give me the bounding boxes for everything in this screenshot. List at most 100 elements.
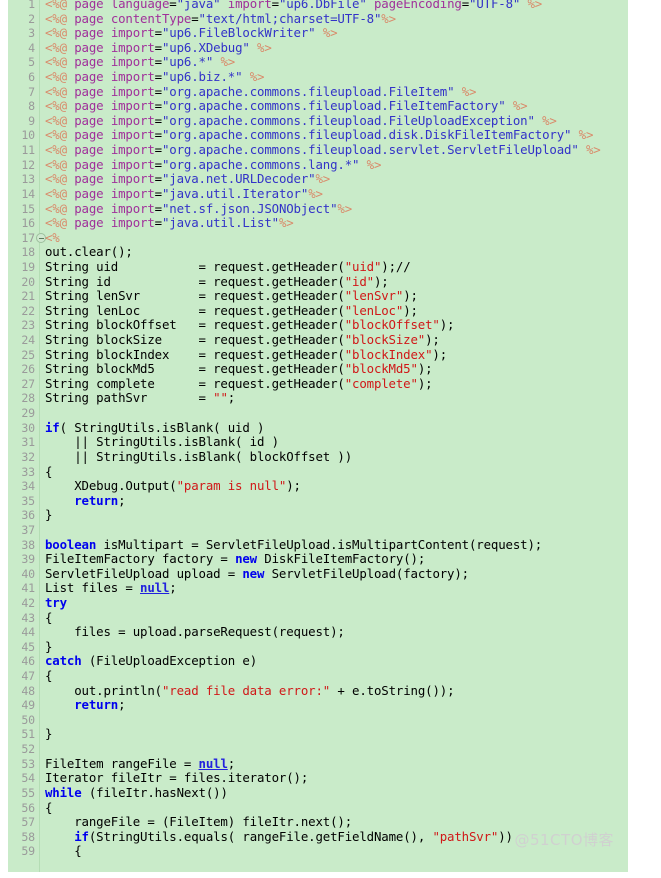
code-line[interactable]: 8 <%@ page import="org.apache.commons.fil… (8, 98, 628, 114)
code-token-plain: String blockOffset = request.getHeader( (45, 317, 345, 333)
code-line[interactable]: 29 (8, 406, 628, 421)
code-line[interactable]: 25 String blockIndex = request.getHeader(… (8, 347, 628, 363)
line-number: 33 (21, 464, 35, 479)
code-line[interactable]: 32 || StringUtils.isBlank( blockOffset )… (8, 449, 628, 465)
code-line[interactable]: 43 { (8, 610, 628, 626)
code-token-pstr: "up6.XDebug" (161, 39, 250, 55)
code-line[interactable]: 16 <%@ page import="java.util.List"%> (8, 215, 628, 231)
code-line[interactable]: 42 try (8, 595, 628, 611)
code-line[interactable]: 27 String complete = request.getHeader("c… (8, 375, 628, 392)
code-line[interactable]: 14 <%@ page import="java.util.Iterator"%> (8, 186, 628, 202)
code-token-plain: { (45, 668, 53, 684)
code-token-dir: <%@ (45, 142, 67, 158)
code-line[interactable]: 37 (8, 523, 628, 538)
code-token-attr: import (110, 215, 155, 231)
line-number: 53 (21, 756, 35, 771)
code-line[interactable]: 31 || StringUtils.isBlank( id ) (8, 434, 628, 450)
code-token-plain: out.println( (45, 682, 162, 698)
code-line[interactable]: 20 String id = request.getHeader("id"); (8, 273, 628, 290)
code-text: { (45, 844, 81, 859)
code-line[interactable]: 44 files = upload.parseRequest(request); (8, 624, 628, 640)
code-line[interactable]: 50 (8, 713, 628, 728)
code-token-plain: String complete = request.getHeader( (45, 375, 345, 391)
code-line[interactable]: 19 String uid = request.getHeader("uid");… (8, 258, 628, 275)
code-line[interactable]: 18 out.clear(); (8, 245, 628, 260)
code-line[interactable]: 55 while (fileItr.hasNext()) (8, 785, 628, 801)
code-token-attr: page (74, 54, 104, 70)
line-number: 15 (21, 201, 35, 216)
code-token-plain: } (45, 507, 53, 523)
code-token-pstr: "up6.FileBlockWriter" (161, 25, 316, 41)
code-line[interactable]: 56 { (8, 800, 628, 816)
code-editor[interactable]: 1 <%@ page language="java" import="up6.Db… (8, 0, 628, 872)
code-token-plain: ; (227, 390, 236, 406)
code-token-pstr: "org.apache.commons.fileupload.FileItemF… (161, 98, 506, 114)
code-line[interactable]: 36} (8, 508, 628, 523)
code-token-dir: <%@ (45, 98, 67, 114)
code-line[interactable]: 45} (8, 638, 628, 655)
code-token-dir: %> (578, 127, 594, 143)
code-line[interactable]: 13 <%@ page import="java.net.URLDecoder"%… (8, 172, 628, 187)
code-token-dir: %> (381, 10, 396, 26)
code-text: Iterator fileItr = files.iterator(); (45, 770, 308, 786)
code-line[interactable]: 10 <%@ page import="org.apache.commons.fi… (8, 128, 628, 143)
code-lines[interactable]: 1 <%@ page language="java" import="up6.Db… (8, 0, 628, 859)
line-number: 40 (21, 566, 35, 581)
code-text: <% (45, 230, 60, 246)
code-line[interactable]: 52 (8, 742, 628, 757)
code-line[interactable]: 4 <%@ page import="up6.XDebug" %> (8, 39, 628, 56)
code-line[interactable]: 41 List files = null; (8, 581, 628, 596)
code-line[interactable]: 6 <%@ page import="up6.biz.*" %> (8, 69, 628, 85)
code-line[interactable]: 26 String blockMd5 = request.getHeader("b… (8, 361, 628, 377)
code-line[interactable]: 39 FileItemFactory factory = new DiskFile… (8, 551, 628, 567)
code-line[interactable]: 54 Iterator fileItr = files.iterator(); (8, 770, 628, 786)
line-number: 31 (21, 435, 35, 450)
code-line[interactable]: 47 { (8, 668, 628, 684)
code-token-plain: ; (169, 580, 177, 596)
code-line[interactable]: 53 FileItem rangeFile = null; (8, 756, 628, 772)
code-line[interactable]: 33 { (8, 464, 628, 480)
code-line[interactable]: 23 String blockOffset = request.getHeader… (8, 318, 628, 333)
line-number: 22 (21, 303, 35, 318)
code-line[interactable]: 49 return; (8, 697, 628, 713)
line-number: 10 (21, 128, 35, 143)
code-token-plain: } (45, 638, 53, 654)
code-line[interactable]: 22 String lenLoc = request.getHeader("len… (8, 303, 628, 319)
code-line[interactable]: 12 <%@ page import="org.apache.commons.la… (8, 157, 628, 173)
code-line[interactable]: 15 <%@ page import="net.sf.json.JSONObjec… (8, 201, 628, 217)
code-line[interactable]: 30 if( StringUtils.isBlank( uid ) (8, 420, 628, 436)
code-line[interactable]: 51} (8, 727, 628, 742)
code-token-plain: ); (373, 273, 389, 289)
code-line[interactable]: 17 <% (8, 230, 628, 246)
code-text: { (45, 668, 53, 684)
code-line[interactable]: 40 ServletFileUpload upload = new Servlet… (8, 566, 628, 582)
code-line[interactable]: 9 <%@ page import="org.apache.commons.fil… (8, 112, 628, 129)
line-number: 3 (28, 26, 35, 41)
code-line[interactable]: 2 <%@ page contentType="text/html;charset… (8, 10, 628, 27)
code-line[interactable]: 34 XDebug.Output("param is null"); (8, 478, 628, 494)
line-number: 13 (21, 172, 35, 187)
code-line[interactable]: 5 <%@ page import="up6.*" %> (8, 55, 628, 70)
code-line[interactable]: 57 rangeFile = (FileItem) fileItr.next()… (8, 814, 628, 830)
code-line[interactable]: 38 boolean isMultipart = ServletFileUploa… (8, 537, 628, 553)
code-line[interactable]: 7 <%@ page import="org.apache.commons.fil… (8, 83, 628, 100)
code-token-plain: = (154, 83, 162, 99)
code-line[interactable]: 46 catch (FileUploadException e) (8, 654, 628, 669)
code-line[interactable]: 3 <%@ page import="up6.FileBlockWriter" %… (8, 25, 628, 41)
code-line[interactable]: 21 String lenSvr = request.getHeader("len… (8, 288, 628, 304)
code-token-attr: import (110, 83, 155, 99)
code-line[interactable]: 24 String blockSize = request.getHeader("… (8, 332, 628, 348)
code-token-dir: <%@ (45, 25, 67, 41)
code-token-plain: String uid = request.getHeader( (45, 258, 345, 274)
code-line[interactable]: 48 out.println("read file data error:" +… (8, 682, 628, 699)
code-text: String blockMd5 = request.getHeader("blo… (45, 361, 433, 377)
code-text: } (45, 727, 52, 742)
code-token-pstr: "org.apache.commons.fileupload.FileUploa… (161, 112, 535, 128)
code-line[interactable]: 11 <%@ page import="org.apache.commons.fi… (8, 142, 628, 158)
code-line[interactable]: 35 return; (8, 493, 628, 509)
code-line[interactable]: 28 String pathSvr = ""; (8, 391, 628, 406)
